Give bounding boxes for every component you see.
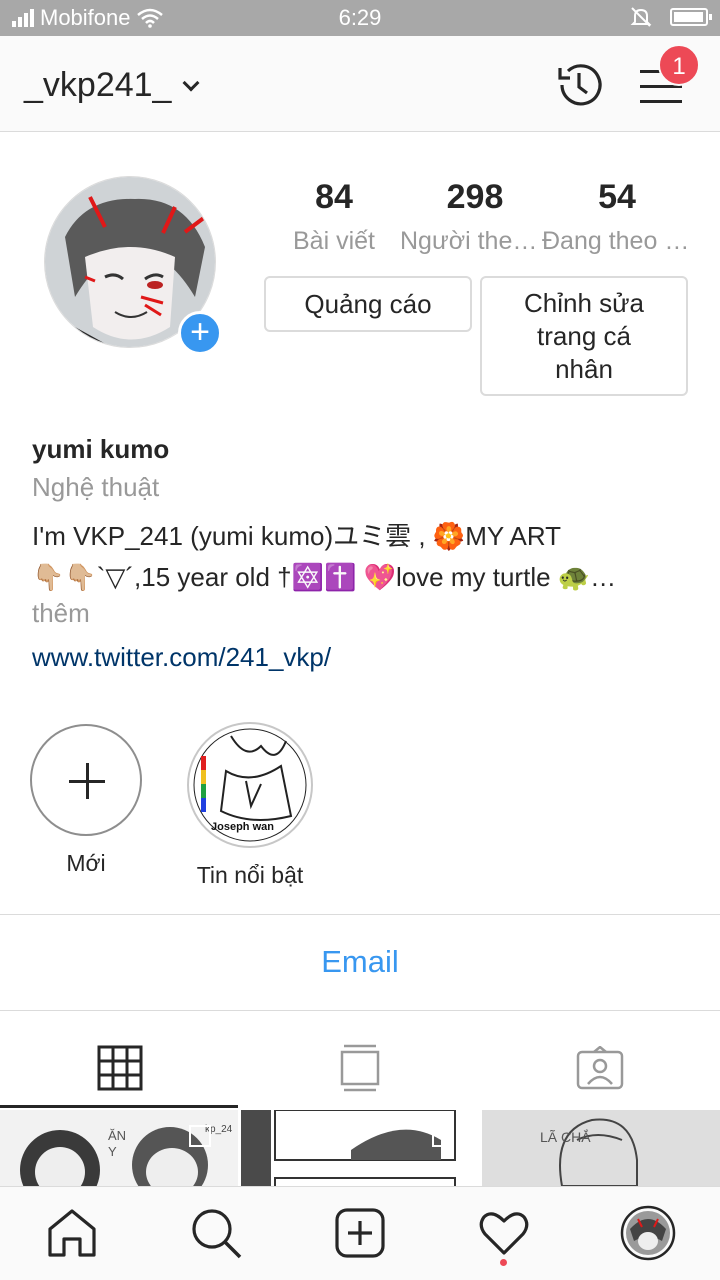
search-icon bbox=[192, 1209, 242, 1259]
email-contact-button[interactable]: Email bbox=[0, 944, 720, 980]
new-post-icon bbox=[335, 1208, 385, 1258]
home-icon bbox=[48, 1209, 96, 1257]
status-time: 6:29 bbox=[338, 5, 382, 30]
highlight-story[interactable]: Joseph wan Tin nổi bật bbox=[186, 722, 314, 889]
stat-posts[interactable]: 84 Bài viết bbox=[259, 178, 409, 256]
history-icon bbox=[558, 64, 602, 106]
tab-grid[interactable] bbox=[0, 1030, 240, 1106]
feed-icon bbox=[340, 1044, 380, 1092]
stat-followers[interactable]: 298 Người theo dõi bbox=[400, 178, 550, 256]
profile-bio: I'm VKP_241 (yumi kumo)ユミ雲 , 🏵️MY ART 👇🏼… bbox=[32, 516, 692, 598]
promote-button[interactable]: Quảng cáo bbox=[264, 276, 472, 332]
edit-profile-label-line: Chỉnh sửa bbox=[523, 287, 645, 318]
edit-profile-label-line: nhân bbox=[555, 353, 613, 384]
heart-icon bbox=[479, 1212, 529, 1255]
highlight-thumb-caption: Joseph wan bbox=[211, 821, 274, 833]
post-thumbnail bbox=[241, 1110, 479, 1186]
edit-profile-button[interactable]: Chỉnh sửa trang cá nhân bbox=[480, 276, 688, 396]
post-caption: Y bbox=[108, 1144, 117, 1159]
highlight-new[interactable]: Mới bbox=[30, 724, 142, 877]
divider bbox=[0, 914, 720, 915]
profile-avatar-icon bbox=[620, 1205, 676, 1261]
nav-search[interactable] bbox=[188, 1205, 244, 1261]
post-caption: LÃ CHẮ bbox=[540, 1128, 591, 1145]
stat-following-value: 54 bbox=[598, 178, 636, 216]
edit-profile-label: Chỉnh sửa trang cá nhân bbox=[524, 287, 644, 386]
post-thumbnail: ĂN Y kp_24 bbox=[0, 1110, 238, 1186]
profile-category: Nghệ thuật bbox=[32, 472, 160, 502]
post-thumbnail: LÃ CHẮ bbox=[482, 1110, 720, 1186]
tab-tagged[interactable] bbox=[480, 1030, 720, 1106]
bio-line: I'm VKP_241 (yumi kumo)ユミ雲 , 🏵️MY ART bbox=[32, 521, 562, 551]
bio-website-link[interactable]: www.twitter.com/241_vkp/ bbox=[32, 642, 331, 673]
battery-icon bbox=[670, 8, 712, 26]
post-caption: ĂN bbox=[108, 1128, 126, 1143]
activity-dot bbox=[500, 1259, 507, 1266]
stat-following-label: Đang theo dõi bbox=[542, 227, 692, 255]
edit-profile-label-line: trang cá bbox=[537, 320, 631, 351]
bottom-nav bbox=[0, 1186, 720, 1280]
profile-name: yumi kumo bbox=[32, 434, 170, 464]
stat-followers-value: 298 bbox=[446, 178, 504, 216]
chevron-down-icon bbox=[182, 74, 200, 91]
notification-badge: 1 bbox=[658, 44, 700, 86]
stat-posts-value: 84 bbox=[315, 178, 353, 216]
account-switcher[interactable]: _vkp241_ bbox=[24, 66, 200, 105]
archive-history-button[interactable] bbox=[552, 58, 606, 112]
grid-post[interactable]: LÃ CHẮ bbox=[482, 1110, 720, 1186]
grid-post[interactable]: ĂN Y kp_24 bbox=[0, 1110, 238, 1186]
stat-followers-label: Người theo dõi bbox=[400, 227, 550, 255]
nav-activity[interactable] bbox=[476, 1205, 532, 1261]
plus-icon bbox=[86, 763, 89, 799]
status-right bbox=[630, 6, 712, 28]
highlight-story-label: Tin nổi bật bbox=[196, 862, 304, 888]
highlight-new-label: Mới bbox=[66, 850, 106, 876]
bio-more-link[interactable]: thêm bbox=[32, 598, 90, 629]
menu-icon-line bbox=[640, 100, 682, 103]
highlight-story-ring: Joseph wan bbox=[187, 722, 313, 848]
divider bbox=[0, 1010, 720, 1011]
stat-following[interactable]: 54 Đang theo dõi bbox=[542, 178, 692, 256]
highlight-thumbnail: Joseph wan bbox=[193, 728, 307, 842]
nav-profile[interactable] bbox=[620, 1205, 676, 1261]
username-label: _vkp241_ bbox=[24, 66, 172, 104]
nav-home[interactable] bbox=[44, 1205, 100, 1261]
highlight-new-ring bbox=[30, 724, 142, 836]
add-story-button[interactable]: + bbox=[178, 311, 222, 355]
status-bar: Mobifone 6:29 bbox=[0, 0, 720, 36]
mute-bell-icon bbox=[630, 7, 652, 27]
stat-posts-label: Bài viết bbox=[293, 227, 375, 255]
tagged-icon bbox=[576, 1046, 624, 1090]
battery-fill bbox=[674, 12, 703, 22]
tab-feed[interactable] bbox=[240, 1030, 480, 1106]
grid-post[interactable] bbox=[241, 1110, 479, 1186]
bio-line: 👇🏼👇🏼`▽´,15 year old †🔯✝️ 💖love my turtle… bbox=[32, 562, 617, 592]
grid-icon bbox=[97, 1045, 143, 1091]
profile-top-bar: _vkp241_ bbox=[0, 36, 720, 132]
nav-new-post[interactable] bbox=[332, 1205, 388, 1261]
active-tab-indicator bbox=[0, 1105, 238, 1108]
